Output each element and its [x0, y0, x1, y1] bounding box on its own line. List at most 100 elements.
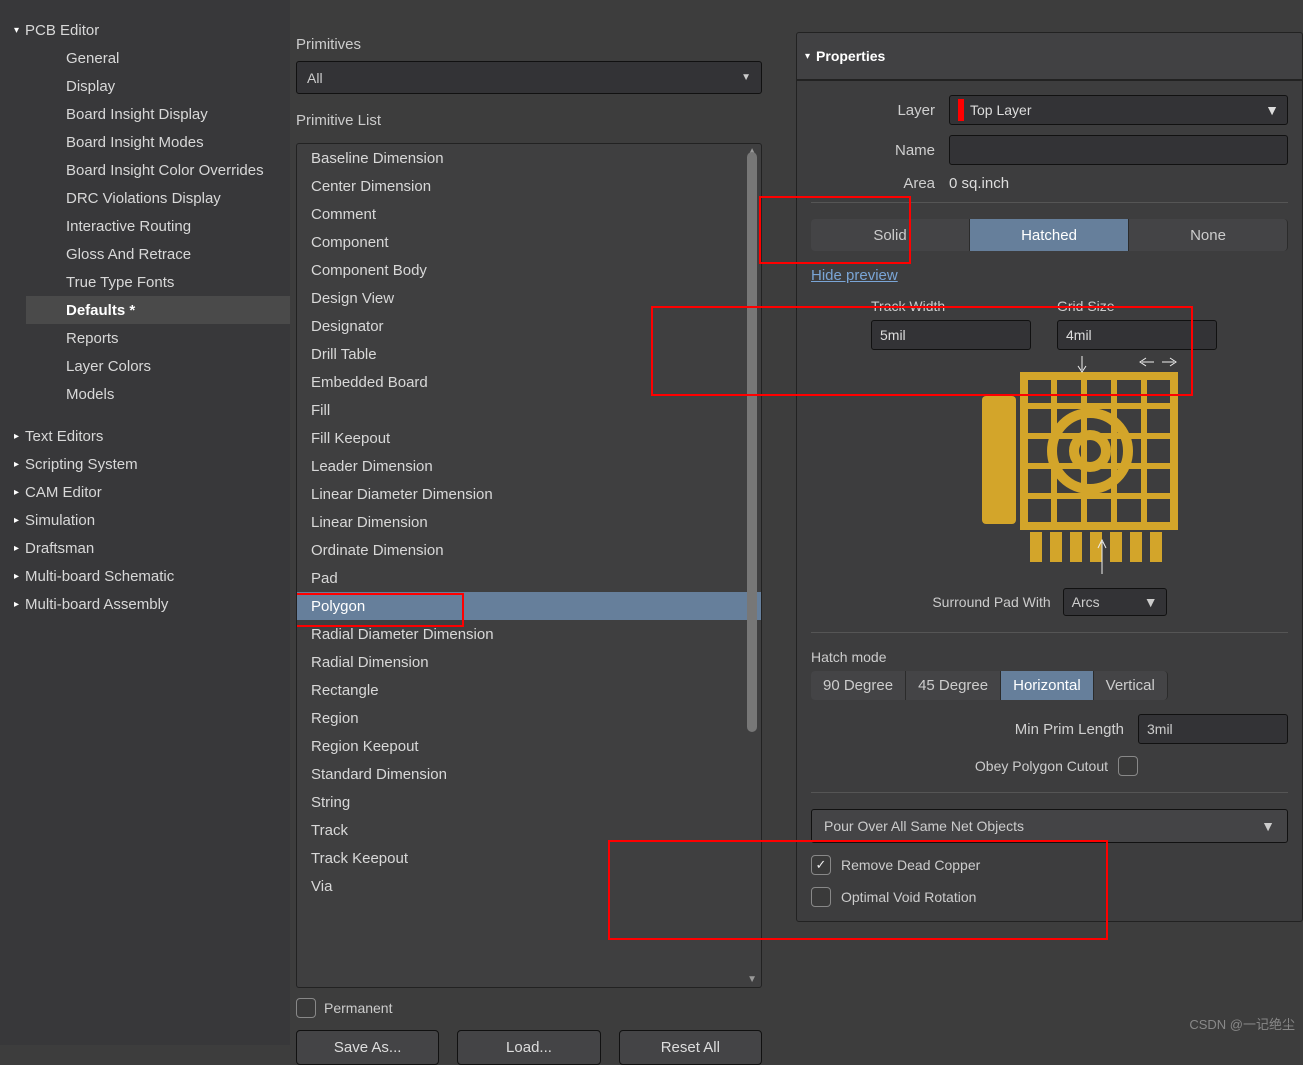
load-label: Load...: [506, 1039, 552, 1056]
tree-node-scripting-system[interactable]: Scripting System: [10, 450, 290, 478]
surround-dropdown[interactable]: Arcs ▼: [1063, 588, 1167, 616]
tree-node-multi-board-schematic[interactable]: Multi-board Schematic: [10, 562, 290, 590]
tree-node-cam-editor[interactable]: CAM Editor: [10, 478, 290, 506]
chevron-down-icon: ▼: [1261, 818, 1275, 834]
primitives-label: Primitives: [296, 36, 762, 53]
remove-dead-copper-label: Remove Dead Copper: [841, 857, 980, 873]
primitive-item-string[interactable]: String: [297, 788, 761, 816]
min-prim-label: Min Prim Length: [1015, 721, 1124, 738]
remove-dead-copper-checkbox[interactable]: [811, 855, 831, 875]
hatch-mode-vertical[interactable]: Vertical: [1094, 671, 1168, 700]
primitive-item-comment[interactable]: Comment: [297, 200, 761, 228]
polygon-preview-image: [910, 356, 1190, 576]
chevron-down-icon: ▼: [741, 72, 751, 83]
primitive-item-component[interactable]: Component: [297, 228, 761, 256]
min-prim-value: 3mil: [1147, 721, 1173, 737]
tree-node-pcb-editor[interactable]: PCB Editor: [10, 16, 290, 44]
optimal-void-label: Optimal Void Rotation: [841, 889, 976, 905]
fill-mode-tab-hatched[interactable]: Hatched: [970, 219, 1129, 251]
properties-header[interactable]: ▾ Properties: [796, 32, 1303, 80]
min-prim-input[interactable]: 3mil: [1138, 714, 1288, 744]
properties-title: Properties: [816, 48, 885, 64]
tree-node-text-editors[interactable]: Text Editors: [10, 422, 290, 450]
layer-dropdown[interactable]: Top Layer ▼: [949, 95, 1288, 125]
watermark: CSDN @一记绝尘: [1189, 1014, 1295, 1033]
preferences-tree: PCB Editor GeneralDisplayBoard Insight D…: [0, 0, 290, 1045]
scrollbar[interactable]: [745, 146, 759, 985]
primitive-list: Baseline DimensionCenter DimensionCommen…: [296, 143, 762, 988]
obey-cutout-label: Obey Polygon Cutout: [975, 758, 1108, 774]
fill-mode-tab-solid[interactable]: Solid: [811, 219, 970, 251]
scroll-thumb[interactable]: [747, 152, 757, 732]
hatch-mode-horizontal[interactable]: Horizontal: [1001, 671, 1094, 700]
primitive-item-leader-dimension[interactable]: Leader Dimension: [297, 452, 761, 480]
tree-leaf-board-insight-display[interactable]: Board Insight Display: [26, 100, 290, 128]
save-as-button[interactable]: Save As...: [296, 1030, 439, 1065]
primitive-item-linear-diameter-dimension[interactable]: Linear Diameter Dimension: [297, 480, 761, 508]
chevron-down-icon: ▼: [1144, 594, 1158, 610]
primitive-item-pad[interactable]: Pad: [297, 564, 761, 592]
primitive-item-center-dimension[interactable]: Center Dimension: [297, 172, 761, 200]
primitive-item-baseline-dimension[interactable]: Baseline Dimension: [297, 144, 761, 172]
tree-leaf-interactive-routing[interactable]: Interactive Routing: [26, 212, 290, 240]
tree-leaf-defaults-[interactable]: Defaults *: [26, 296, 290, 324]
permanent-checkbox[interactable]: [296, 998, 316, 1018]
tree-leaf-board-insight-color-overrides[interactable]: Board Insight Color Overrides: [26, 156, 290, 184]
surround-label: Surround Pad With: [932, 594, 1050, 610]
pour-over-dropdown[interactable]: Pour Over All Same Net Objects ▼: [811, 809, 1288, 843]
primitive-item-component-body[interactable]: Component Body: [297, 256, 761, 284]
pour-value: Pour Over All Same Net Objects: [824, 818, 1024, 834]
primitive-item-design-view[interactable]: Design View: [297, 284, 761, 312]
tree-leaf-true-type-fonts[interactable]: True Type Fonts: [26, 268, 290, 296]
primitive-item-standard-dimension[interactable]: Standard Dimension: [297, 760, 761, 788]
track-width-input[interactable]: 5mil: [871, 320, 1031, 350]
grid-size-input[interactable]: 4mil: [1057, 320, 1217, 350]
middle-column: Primitives All ▼ Primitive List Baseline…: [290, 0, 780, 1045]
tree-leaf-board-insight-modes[interactable]: Board Insight Modes: [26, 128, 290, 156]
tree-node-multi-board-assembly[interactable]: Multi-board Assembly: [10, 590, 290, 618]
layer-label: Layer: [811, 102, 949, 119]
tree-label: PCB Editor: [25, 22, 99, 39]
primitive-item-via[interactable]: Via: [297, 872, 761, 900]
hatch-mode-90-degree[interactable]: 90 Degree: [811, 671, 906, 700]
primitive-item-region[interactable]: Region: [297, 704, 761, 732]
chevron-down-icon: ▼: [1265, 102, 1279, 118]
tree-leaf-general[interactable]: General: [26, 44, 290, 72]
reset-all-button[interactable]: Reset All: [619, 1030, 762, 1065]
primitive-item-track-keepout[interactable]: Track Keepout: [297, 844, 761, 872]
primitive-item-designator[interactable]: Designator: [297, 312, 761, 340]
obey-cutout-checkbox[interactable]: [1118, 756, 1138, 776]
layer-value: Top Layer: [970, 102, 1031, 118]
primitive-item-linear-dimension[interactable]: Linear Dimension: [297, 508, 761, 536]
tree-node-draftsman[interactable]: Draftsman: [10, 534, 290, 562]
hide-preview-label: Hide preview: [811, 267, 898, 284]
primitive-item-radial-diameter-dimension[interactable]: Radial Diameter Dimension: [297, 620, 761, 648]
fill-mode-tab-none[interactable]: None: [1129, 219, 1288, 251]
properties-panel: ▾ Properties Layer Top Layer ▼ Name Area…: [780, 0, 1303, 1045]
primitive-item-region-keepout[interactable]: Region Keepout: [297, 732, 761, 760]
scroll-down-icon[interactable]: ▼: [747, 974, 757, 985]
optimal-void-checkbox[interactable]: [811, 887, 831, 907]
primitive-item-radial-dimension[interactable]: Radial Dimension: [297, 648, 761, 676]
primitive-item-fill[interactable]: Fill: [297, 396, 761, 424]
primitive-item-polygon[interactable]: Polygon: [297, 592, 761, 620]
area-value: 0 sq.inch: [949, 175, 1288, 192]
load-button[interactable]: Load...: [457, 1030, 600, 1065]
tree-leaf-display[interactable]: Display: [26, 72, 290, 100]
primitive-item-fill-keepout[interactable]: Fill Keepout: [297, 424, 761, 452]
primitive-item-track[interactable]: Track: [297, 816, 761, 844]
tree-leaf-layer-colors[interactable]: Layer Colors: [26, 352, 290, 380]
tree-leaf-drc-violations-display[interactable]: DRC Violations Display: [26, 184, 290, 212]
primitive-item-ordinate-dimension[interactable]: Ordinate Dimension: [297, 536, 761, 564]
hatch-mode-45-degree[interactable]: 45 Degree: [906, 671, 1001, 700]
tree-leaf-models[interactable]: Models: [26, 380, 290, 408]
tree-leaf-reports[interactable]: Reports: [26, 324, 290, 352]
primitive-item-embedded-board[interactable]: Embedded Board: [297, 368, 761, 396]
hide-preview-link[interactable]: Hide preview: [811, 267, 898, 284]
name-input[interactable]: [949, 135, 1288, 165]
tree-leaf-gloss-and-retrace[interactable]: Gloss And Retrace: [26, 240, 290, 268]
tree-node-simulation[interactable]: Simulation: [10, 506, 290, 534]
primitives-dropdown[interactable]: All ▼: [296, 61, 762, 94]
primitive-item-rectangle[interactable]: Rectangle: [297, 676, 761, 704]
primitive-item-drill-table[interactable]: Drill Table: [297, 340, 761, 368]
